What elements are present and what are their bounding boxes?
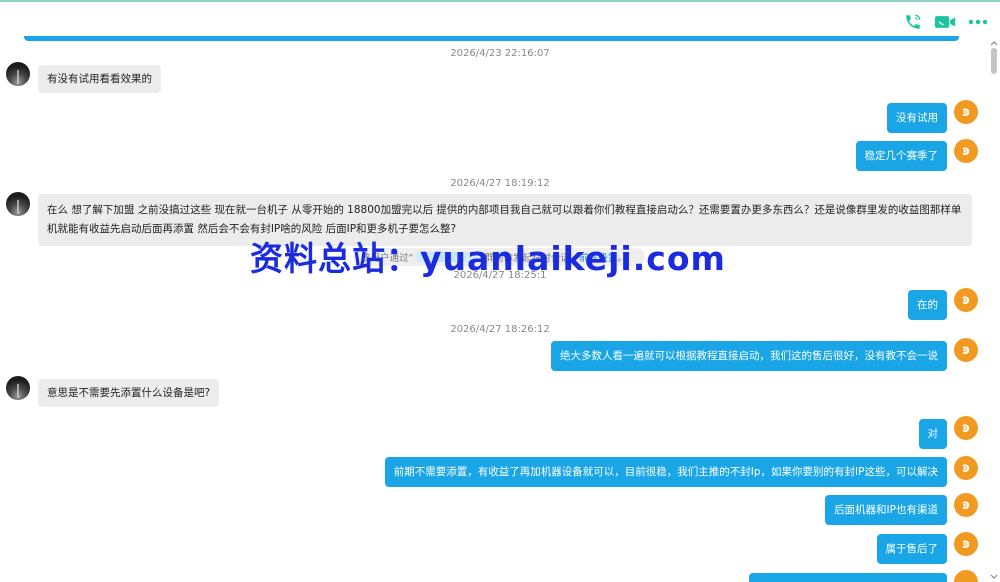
message-bubble-contact[interactable]: 有没有试用看看效果的	[38, 65, 161, 93]
scrollbar[interactable]	[988, 36, 1000, 582]
avatar-glyph: ͽ	[962, 420, 970, 436]
watermark: 资料总站：yuanlaikeji.com	[250, 239, 726, 278]
contact-avatar[interactable]	[6, 376, 30, 400]
scroll-down-icon[interactable]	[990, 570, 998, 579]
self-avatar[interactable]: ͽ	[954, 493, 978, 517]
avatar-glyph: ͽ	[962, 460, 970, 476]
avatar-glyph: ͽ	[962, 342, 970, 358]
message-bubble-self[interactable]: 属于售后了	[876, 534, 947, 564]
avatar-glyph: ͽ	[962, 536, 970, 552]
more-icon[interactable]	[967, 12, 989, 32]
self-avatar[interactable]: ͽ	[954, 100, 978, 124]
avatar-glyph: ͽ	[962, 292, 970, 308]
message-bubble-self[interactable]: 在的	[908, 290, 947, 320]
message-bubble-self[interactable]: 没有试用	[887, 103, 947, 133]
message-bubble-self[interactable]: 对	[918, 419, 947, 449]
self-avatar[interactable]: ͽ	[954, 338, 978, 362]
self-avatar[interactable]: ͽ	[954, 456, 978, 480]
avatar-glyph: ͽ	[962, 143, 970, 159]
contact-avatar[interactable]	[6, 192, 30, 216]
avatar-glyph: ͽ	[962, 104, 970, 120]
video-call-icon[interactable]	[934, 12, 956, 32]
chat-header	[0, 2, 1000, 36]
message-bubble-contact[interactable]: 意思是不需要先添置什么设备是吧?	[38, 379, 220, 407]
scroll-up-icon[interactable]	[990, 36, 998, 46]
message-bubble-self[interactable]: 稳定几个赛季了	[855, 141, 947, 171]
contact-avatar[interactable]	[6, 62, 30, 86]
message-bubble-self[interactable]: 后面机器和IP也有渠道	[825, 495, 947, 525]
timestamp: 2026/4/27 18:26:12	[450, 324, 550, 335]
self-avatar[interactable]: ͽ	[954, 288, 978, 312]
self-avatar[interactable]: ͽ	[954, 139, 978, 163]
self-avatar[interactable]	[954, 570, 978, 582]
scroll-thumb[interactable]	[991, 48, 997, 74]
message-list[interactable]: 2026/4/23 22:16:07 有没有试用看看效果的 ͽ 没有试用 ͽ 稳…	[0, 36, 988, 582]
message-bubble-self[interactable]: 绝大多数人看一遍就可以根据教程直接启动，我们这的售后很好，没有教不会一说	[551, 341, 947, 371]
message-bubble-self[interactable]: 前期不需要添置，有收益了再加机器设备就可以，目前很稳，我们主推的不封Ip，如果你…	[384, 457, 947, 487]
phone-icon[interactable]	[902, 12, 924, 32]
self-avatar[interactable]: ͽ	[954, 532, 978, 556]
previous-message-bubble-edge	[24, 36, 959, 41]
avatar-glyph: ͽ	[962, 497, 970, 513]
timestamp: 2026/4/23 22:16:07	[450, 48, 550, 59]
timestamp: 2026/4/27 18:19:12	[450, 178, 550, 189]
message-bubble-self-partial[interactable]	[749, 573, 947, 582]
self-avatar[interactable]: ͽ	[954, 416, 978, 440]
